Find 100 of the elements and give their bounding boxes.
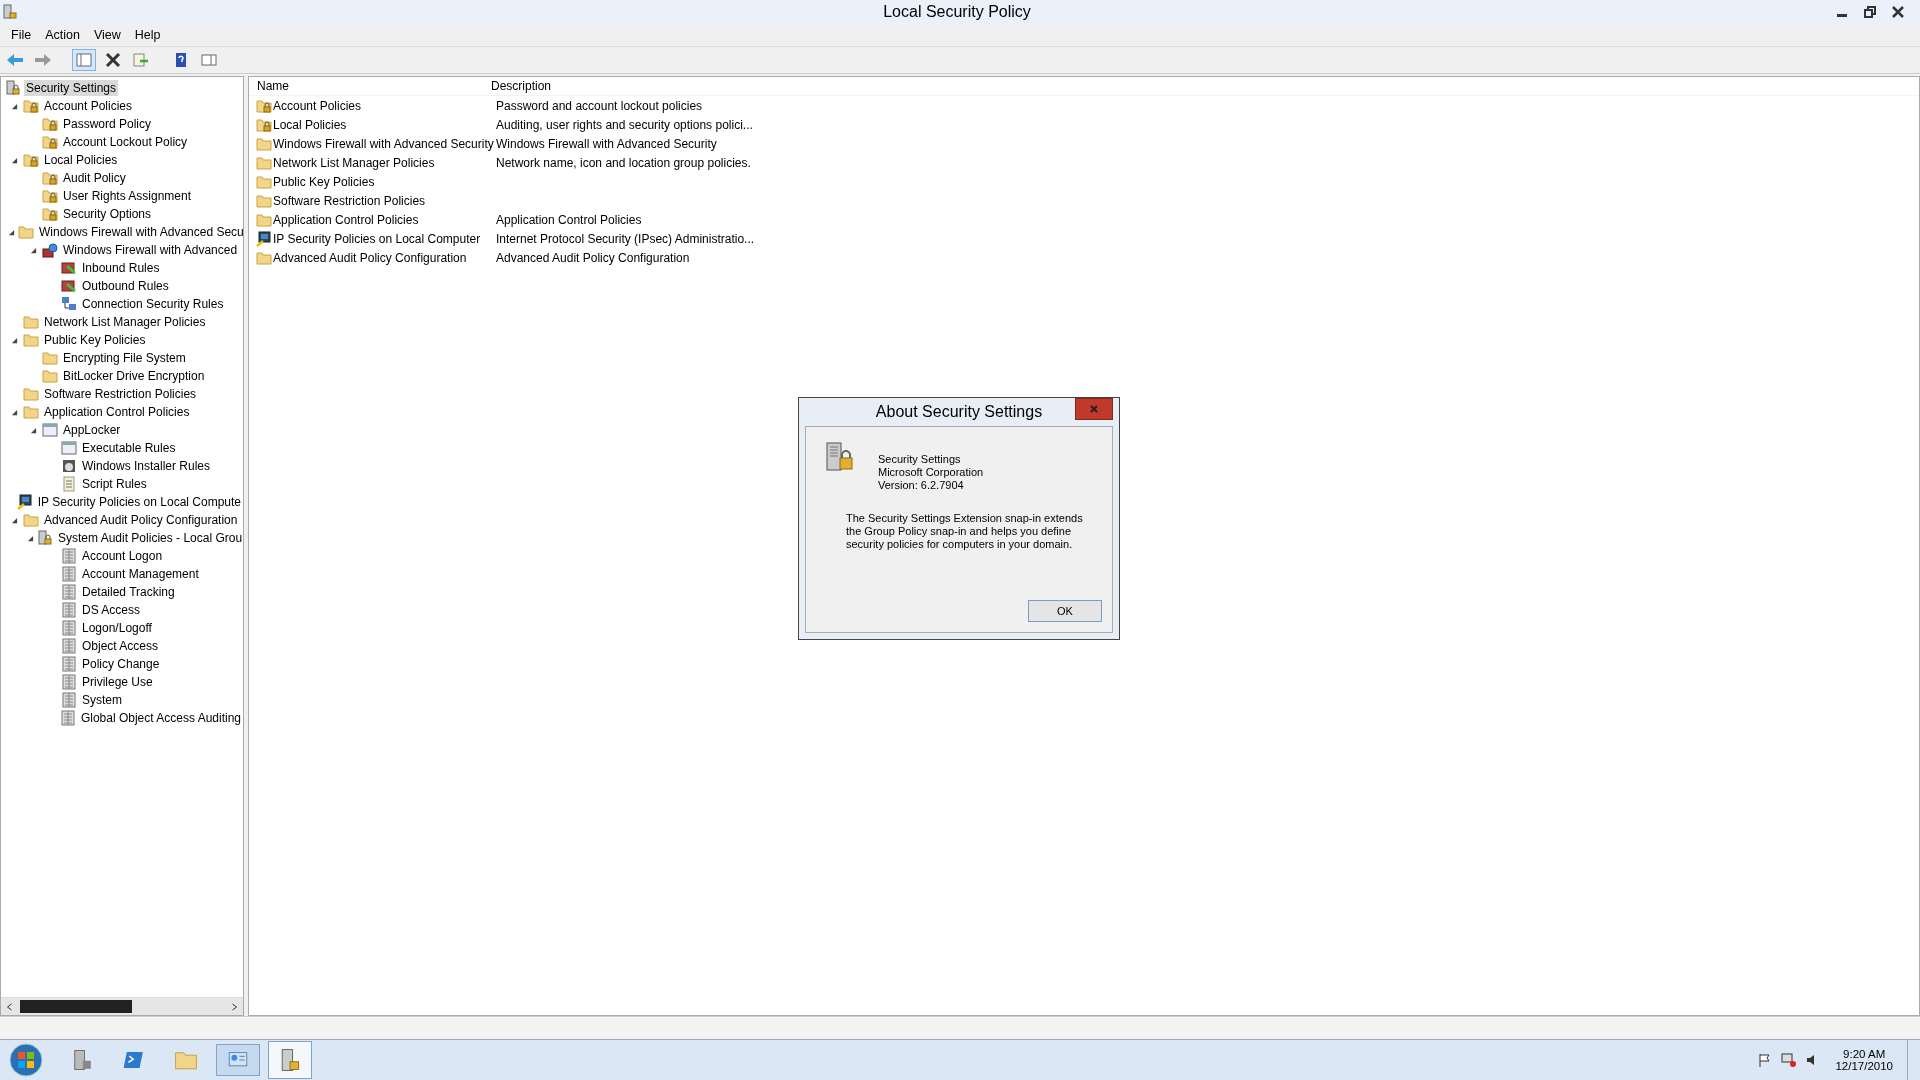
- tree-item[interactable]: Windows Installer Rules: [80, 458, 213, 474]
- folder-icon: [18, 224, 34, 240]
- tree-item[interactable]: Account Lockout Policy: [61, 134, 190, 150]
- audit-list-icon: [61, 584, 77, 600]
- audit-list-icon: [61, 566, 77, 582]
- tree-item[interactable]: Outbound Rules: [80, 278, 171, 294]
- tree-item[interactable]: Local Policies: [42, 152, 120, 168]
- tree-item[interactable]: Account Policies: [42, 98, 135, 114]
- tree-item[interactable]: Public Key Policies: [42, 332, 148, 348]
- tree-item[interactable]: Security Settings: [24, 80, 119, 96]
- table-cell[interactable]: Windows Firewall with Advanced Security: [273, 136, 494, 151]
- tree-item[interactable]: Object Access: [80, 638, 161, 654]
- folder-icon: [256, 211, 272, 228]
- tree-item[interactable]: System Audit Policies - Local Grou: [56, 530, 243, 546]
- audit-list-icon: [59, 710, 76, 726]
- tree-item[interactable]: Advanced Audit Policy Configuration: [42, 512, 240, 528]
- menu-item[interactable]: Action: [38, 28, 87, 42]
- close-icon: [1089, 404, 1099, 414]
- audit-list-icon: [61, 692, 77, 708]
- server-lock-icon: [37, 530, 53, 546]
- table-cell[interactable]: Advanced Audit Policy Configuration: [273, 250, 467, 265]
- tree-item[interactable]: Logon/Logoff: [80, 620, 154, 636]
- tree-item[interactable]: Detailed Tracking: [80, 584, 177, 600]
- locked-folder-icon: [256, 97, 272, 114]
- table-cell: Password and account lockout policies: [496, 98, 703, 113]
- menu-item[interactable]: Help: [127, 28, 168, 42]
- tree-item[interactable]: Windows Firewall with Advanced: [61, 242, 240, 258]
- tree-item[interactable]: Connection Security Rules: [80, 296, 226, 312]
- folder-icon: [23, 386, 39, 402]
- menu-item[interactable]: View: [86, 28, 128, 42]
- tree-item[interactable]: Global Object Access Auditing: [78, 710, 243, 726]
- menu-item[interactable]: File: [4, 28, 39, 42]
- table-cell: Auditing, user rights and security options polici...: [496, 117, 753, 132]
- dialog-title: About Security Settings: [875, 403, 1043, 421]
- locked-folder-icon: [42, 206, 58, 222]
- clock[interactable]: 9:20 AM 12/17/2010: [1829, 1048, 1899, 1072]
- folder-icon: [256, 135, 272, 152]
- folder-icon: [42, 368, 58, 384]
- tree-item[interactable]: Executable Rules: [80, 440, 178, 456]
- tree-item[interactable]: Password Policy: [61, 116, 154, 132]
- tree-item[interactable]: Inbound Rules: [80, 260, 162, 276]
- table-cell[interactable]: Application Control Policies: [273, 212, 419, 227]
- locked-folder-icon: [42, 134, 58, 150]
- server-lock-icon: [2, 4, 18, 20]
- table-cell[interactable]: Public Key Policies: [273, 174, 375, 189]
- firewall-globe-icon: [42, 242, 58, 258]
- restore-icon[interactable]: [1864, 6, 1876, 18]
- tree-item[interactable]: Account Management: [80, 566, 201, 582]
- locked-folder-icon: [42, 116, 58, 132]
- column-header[interactable]: Name: [249, 79, 489, 93]
- tree-item[interactable]: AppLocker: [61, 422, 123, 438]
- close-button[interactable]: [1075, 398, 1113, 420]
- locked-folder-icon: [42, 170, 58, 186]
- close-icon[interactable]: [1892, 6, 1904, 18]
- network-icon[interactable]: [1781, 1052, 1798, 1068]
- table-cell: Network name, icon and location group policies.: [496, 155, 751, 170]
- locked-folder-icon: [23, 98, 39, 114]
- tree-item[interactable]: Account Logon: [80, 548, 165, 564]
- audit-list-icon: [61, 548, 77, 564]
- window-list-icon: [42, 422, 58, 438]
- horizontal-scrollbar[interactable]: [1, 997, 243, 1015]
- expanded-arrow-icon[interactable]: [27, 534, 34, 542]
- tree-item[interactable]: User Rights Assignment: [61, 188, 194, 204]
- table-cell[interactable]: Local Policies: [273, 117, 347, 132]
- control-panel-icon[interactable]: [216, 1044, 260, 1076]
- tree-item[interactable]: DS Access: [80, 602, 143, 618]
- column-header[interactable]: Description: [489, 79, 552, 93]
- server-lock-icon[interactable]: [268, 1041, 312, 1079]
- table-cell[interactable]: Account Policies: [273, 98, 362, 113]
- tree-item[interactable]: Security Options: [61, 206, 154, 222]
- tree-item[interactable]: BitLocker Drive Encryption: [61, 368, 207, 384]
- tree-item[interactable]: Application Control Policies: [42, 404, 192, 420]
- tree-item[interactable]: Software Restriction Policies: [42, 386, 199, 402]
- tree-item[interactable]: Windows Firewall with Advanced Secu: [37, 224, 243, 240]
- table-cell[interactable]: IP Security Policies on Local Computer: [273, 231, 481, 246]
- start-button-icon[interactable]: [8, 1042, 44, 1078]
- tree-item[interactable]: IP Security Policies on Local Compute: [35, 494, 243, 510]
- scroll-icon: [61, 476, 77, 492]
- folder-icon: [256, 173, 272, 190]
- tree-item[interactable]: Network List Manager Policies: [42, 314, 208, 330]
- tree-item[interactable]: Privilege Use: [80, 674, 155, 690]
- table-cell: Internet Protocol Security (IPsec) Administratio...: [496, 231, 755, 246]
- folder-icon: [256, 249, 272, 266]
- table-cell[interactable]: Network List Manager Policies: [273, 155, 435, 170]
- folder-icon: [23, 512, 39, 528]
- description-text: The Security Settings Extension snap-in extends the Group Policy snap-in and helps you define security policies for computers in your domain.: [846, 512, 1084, 551]
- tree-item[interactable]: Audit Policy: [61, 170, 128, 186]
- tree-item[interactable]: Script Rules: [80, 476, 149, 492]
- tree-item[interactable]: System: [80, 692, 124, 708]
- server-lock-icon: [824, 441, 856, 473]
- ok-button[interactable]: OK: [1028, 600, 1102, 622]
- installer-icon: [61, 458, 77, 474]
- table-cell: Advanced Audit Policy Configuration: [496, 250, 690, 265]
- table-cell: Windows Firewall with Advanced Security: [496, 136, 717, 151]
- table-cell[interactable]: Software Restriction Policies: [273, 193, 426, 208]
- tree-item[interactable]: Policy Change: [80, 656, 162, 672]
- window-list-icon: [61, 440, 77, 456]
- locked-folder-icon: [256, 116, 272, 133]
- tree-item[interactable]: Encrypting File System: [61, 350, 188, 366]
- expanded-arrow-icon[interactable]: [8, 228, 15, 236]
